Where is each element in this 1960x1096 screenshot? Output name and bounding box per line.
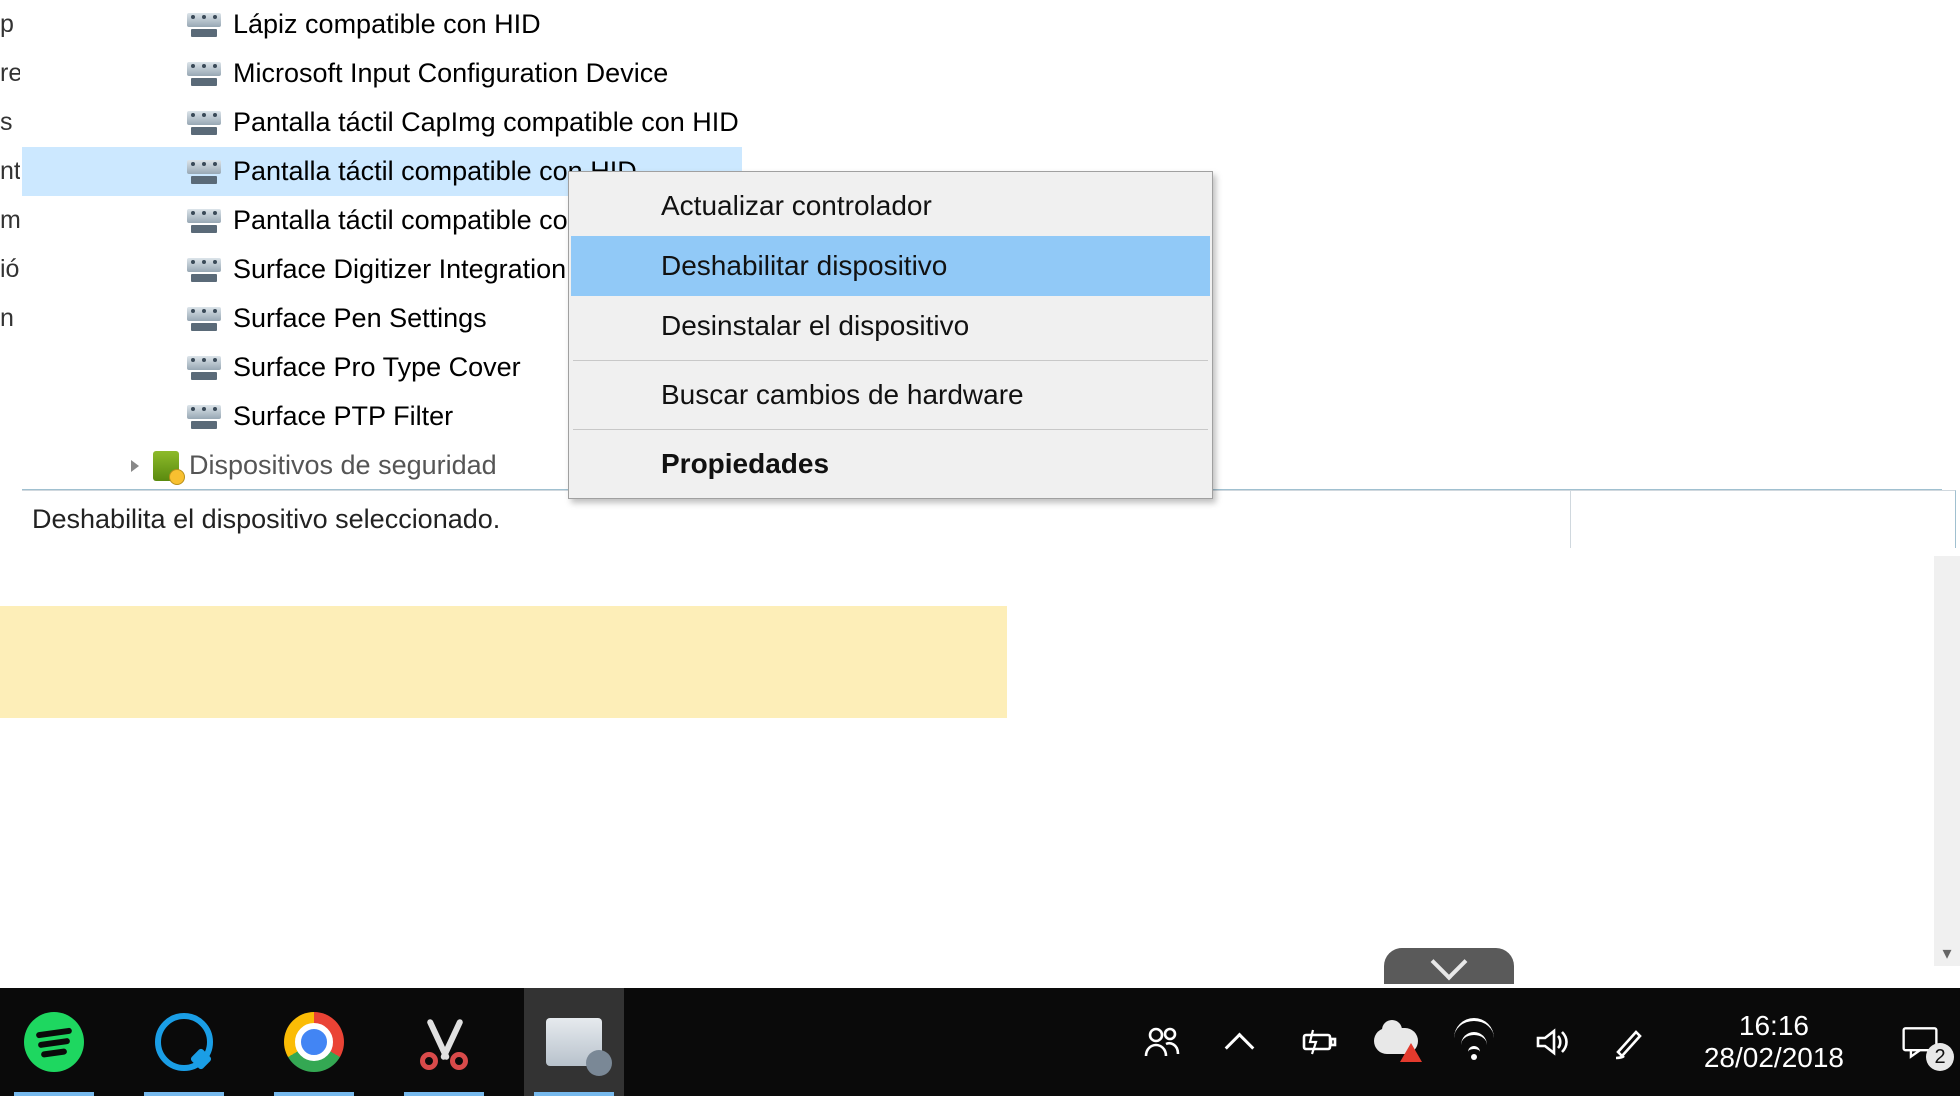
system-tray: 16:16 28/02/2018 2 (1140, 988, 1960, 1096)
menu-uninstall-device[interactable]: Desinstalar el dispositivo (571, 296, 1210, 356)
device-label: Surface Pro Type Cover (233, 352, 521, 383)
device-item[interactable]: Microsoft Input Configuration Device (22, 49, 1942, 98)
hid-device-icon (187, 256, 221, 284)
volume-icon[interactable] (1530, 1020, 1574, 1064)
menu-scan-hardware[interactable]: Buscar cambios de hardware (571, 365, 1210, 425)
menu-properties[interactable]: Propiedades (571, 434, 1210, 494)
device-item[interactable]: Lápiz compatible con HID (22, 0, 1942, 49)
menu-disable-device[interactable]: Deshabilitar dispositivo (571, 236, 1210, 296)
vertical-scrollbar[interactable]: ▾ (1934, 556, 1960, 966)
tray-overflow-icon[interactable] (1218, 1020, 1262, 1064)
device-manager-icon (546, 1018, 602, 1066)
category-label: Dispositivos de seguridad (189, 450, 497, 481)
taskbar: 16:16 28/02/2018 2 (0, 988, 1960, 1096)
device-label: Surface Digitizer Integration (233, 254, 566, 285)
device-label: Lápiz compatible con HID (233, 9, 541, 40)
device-label: Surface Pen Settings (233, 303, 487, 334)
left-truncated-pane: p re s nt m ió n (0, 0, 20, 550)
menu-label: Desinstalar el dispositivo (661, 310, 969, 342)
clock-time: 16:16 (1704, 1010, 1844, 1042)
frag: s (0, 98, 20, 147)
context-menu: Actualizar controlador Deshabilitar disp… (568, 171, 1213, 499)
hid-device-icon (187, 158, 221, 186)
hid-device-icon (187, 403, 221, 431)
taskbar-app-spotify[interactable] (4, 988, 104, 1096)
device-item[interactable]: Pantalla táctil CapImg compatible con HI… (22, 98, 1942, 147)
frag: re (0, 49, 20, 98)
frag: n (0, 294, 20, 343)
battery-charging-icon[interactable] (1296, 1020, 1340, 1064)
expand-arrow-icon[interactable] (127, 458, 143, 474)
people-icon[interactable] (1140, 1020, 1184, 1064)
taskbar-app-cortana[interactable] (134, 988, 234, 1096)
hid-device-icon (187, 109, 221, 137)
taskbar-app-device-manager[interactable] (524, 988, 624, 1096)
cloud-icon (1374, 1026, 1418, 1058)
wifi-arcs-icon (1452, 1024, 1496, 1060)
hid-device-icon (187, 11, 221, 39)
wifi-icon[interactable] (1452, 1020, 1496, 1064)
chrome-icon (284, 1012, 344, 1072)
chevron-up-icon (1225, 1027, 1255, 1057)
frag: ió (0, 245, 20, 294)
hid-device-icon (187, 305, 221, 333)
running-indicator (274, 1092, 354, 1096)
menu-update-driver[interactable]: Actualizar controlador (571, 176, 1210, 236)
running-indicator (404, 1092, 484, 1096)
running-indicator (144, 1092, 224, 1096)
search-circle-icon (155, 1013, 213, 1071)
menu-label: Propiedades (661, 448, 829, 480)
device-label: Microsoft Input Configuration Device (233, 58, 668, 89)
running-indicator (534, 1092, 614, 1096)
menu-separator (573, 429, 1208, 430)
hid-device-icon (187, 207, 221, 235)
spotify-icon (24, 1012, 84, 1072)
clock-date: 28/02/2018 (1704, 1042, 1844, 1074)
device-label: Surface PTP Filter (233, 401, 453, 432)
menu-label: Buscar cambios de hardware (661, 379, 1024, 411)
security-device-icon (153, 451, 179, 481)
collapse-panel-button[interactable] (1384, 948, 1514, 984)
taskbar-clock[interactable]: 16:16 28/02/2018 (1686, 1010, 1862, 1074)
scroll-down-icon[interactable]: ▾ (1934, 940, 1960, 966)
notification-badge: 2 (1926, 1043, 1954, 1071)
pen-input-icon[interactable] (1608, 1020, 1652, 1064)
running-indicator (14, 1092, 94, 1096)
hid-device-icon (187, 354, 221, 382)
device-label: Pantalla táctil CapImg compatible con HI… (233, 107, 739, 138)
taskbar-app-snipping-tool[interactable] (394, 988, 494, 1096)
frag: m (0, 196, 20, 245)
menu-label: Deshabilitar dispositivo (661, 250, 947, 282)
taskbar-apps (0, 988, 624, 1096)
hid-device-icon (187, 60, 221, 88)
status-separator (1570, 491, 1571, 548)
status-text: Deshabilita el dispositivo seleccionado. (32, 504, 500, 535)
action-center-icon[interactable]: 2 (1896, 1021, 1944, 1063)
scissors-icon (414, 1012, 474, 1072)
frag: p (0, 0, 20, 49)
highlighted-panel (0, 606, 1007, 718)
menu-separator (573, 360, 1208, 361)
menu-label: Actualizar controlador (661, 190, 932, 222)
onedrive-warning-icon[interactable] (1374, 1020, 1418, 1064)
taskbar-app-chrome[interactable] (264, 988, 364, 1096)
frag: nt (0, 147, 20, 196)
